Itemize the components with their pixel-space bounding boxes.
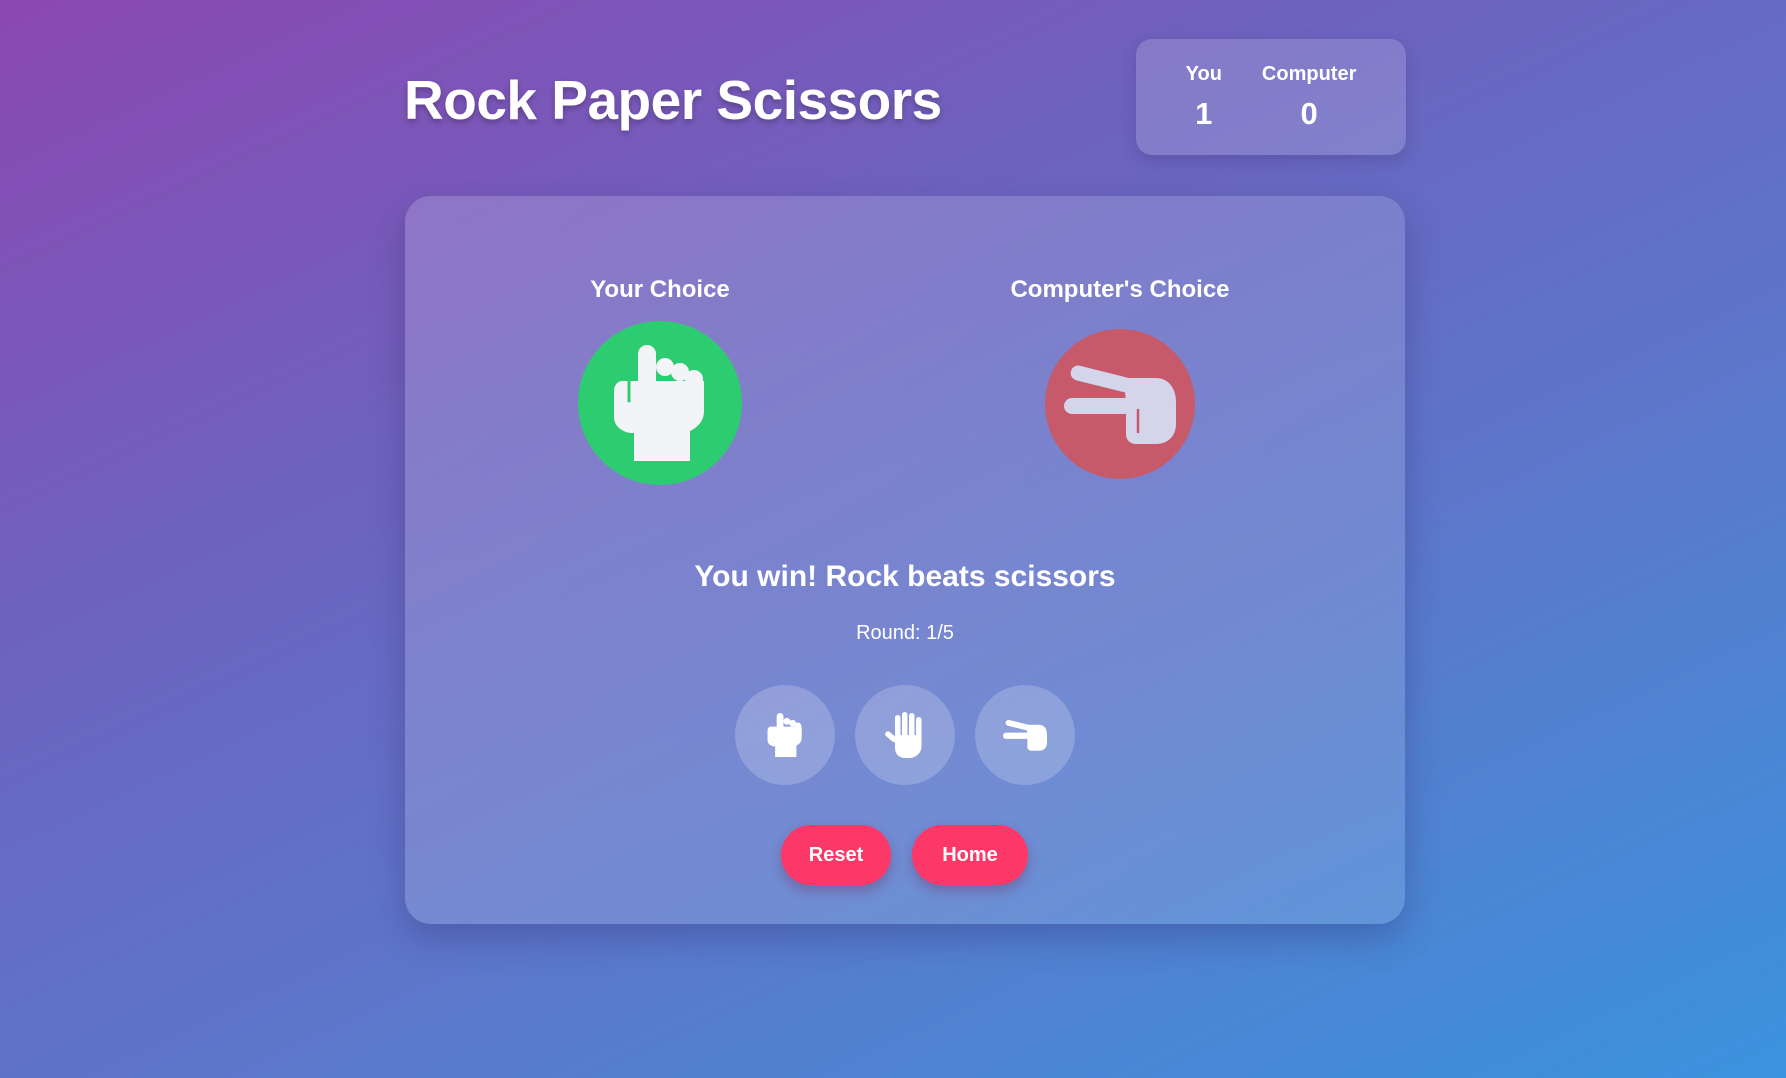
home-button[interactable]: Home bbox=[912, 825, 1028, 885]
scissors-button[interactable] bbox=[975, 685, 1075, 785]
paper-button[interactable] bbox=[855, 685, 955, 785]
scissors-icon bbox=[1064, 364, 1176, 444]
computer-score-value: 0 bbox=[1300, 96, 1318, 131]
scoreboard: You 1 Computer 0 bbox=[1136, 39, 1406, 155]
player-score-value: 1 bbox=[1195, 96, 1213, 131]
computer-choice-label: Computer's Choice bbox=[1010, 276, 1230, 303]
rock-icon bbox=[612, 345, 708, 461]
game-card: Your Choice Computer's Choice You win! R… bbox=[405, 196, 1405, 924]
player-score-column: You 1 bbox=[1186, 63, 1222, 155]
rock-button[interactable] bbox=[735, 685, 835, 785]
computer-choice-display bbox=[1045, 329, 1195, 479]
player-choice-label: Your Choice bbox=[590, 276, 730, 303]
game-page: Rock Paper Scissors You 1 Computer 0 You… bbox=[0, 0, 1786, 1078]
reset-button[interactable]: Reset bbox=[781, 825, 891, 885]
player-score-label: You bbox=[1185, 63, 1222, 85]
computer-score-label: Computer bbox=[1261, 63, 1357, 85]
rock-icon bbox=[766, 713, 804, 757]
player-choice-display bbox=[578, 321, 742, 485]
round-counter: Round: 1/5 bbox=[856, 622, 954, 644]
paper-icon bbox=[884, 712, 926, 758]
computer-score-column: Computer 0 bbox=[1262, 63, 1356, 155]
result-message: You win! Rock beats scissors bbox=[694, 560, 1116, 593]
page-title: Rock Paper Scissors bbox=[404, 69, 942, 131]
scissors-icon bbox=[1003, 719, 1047, 751]
